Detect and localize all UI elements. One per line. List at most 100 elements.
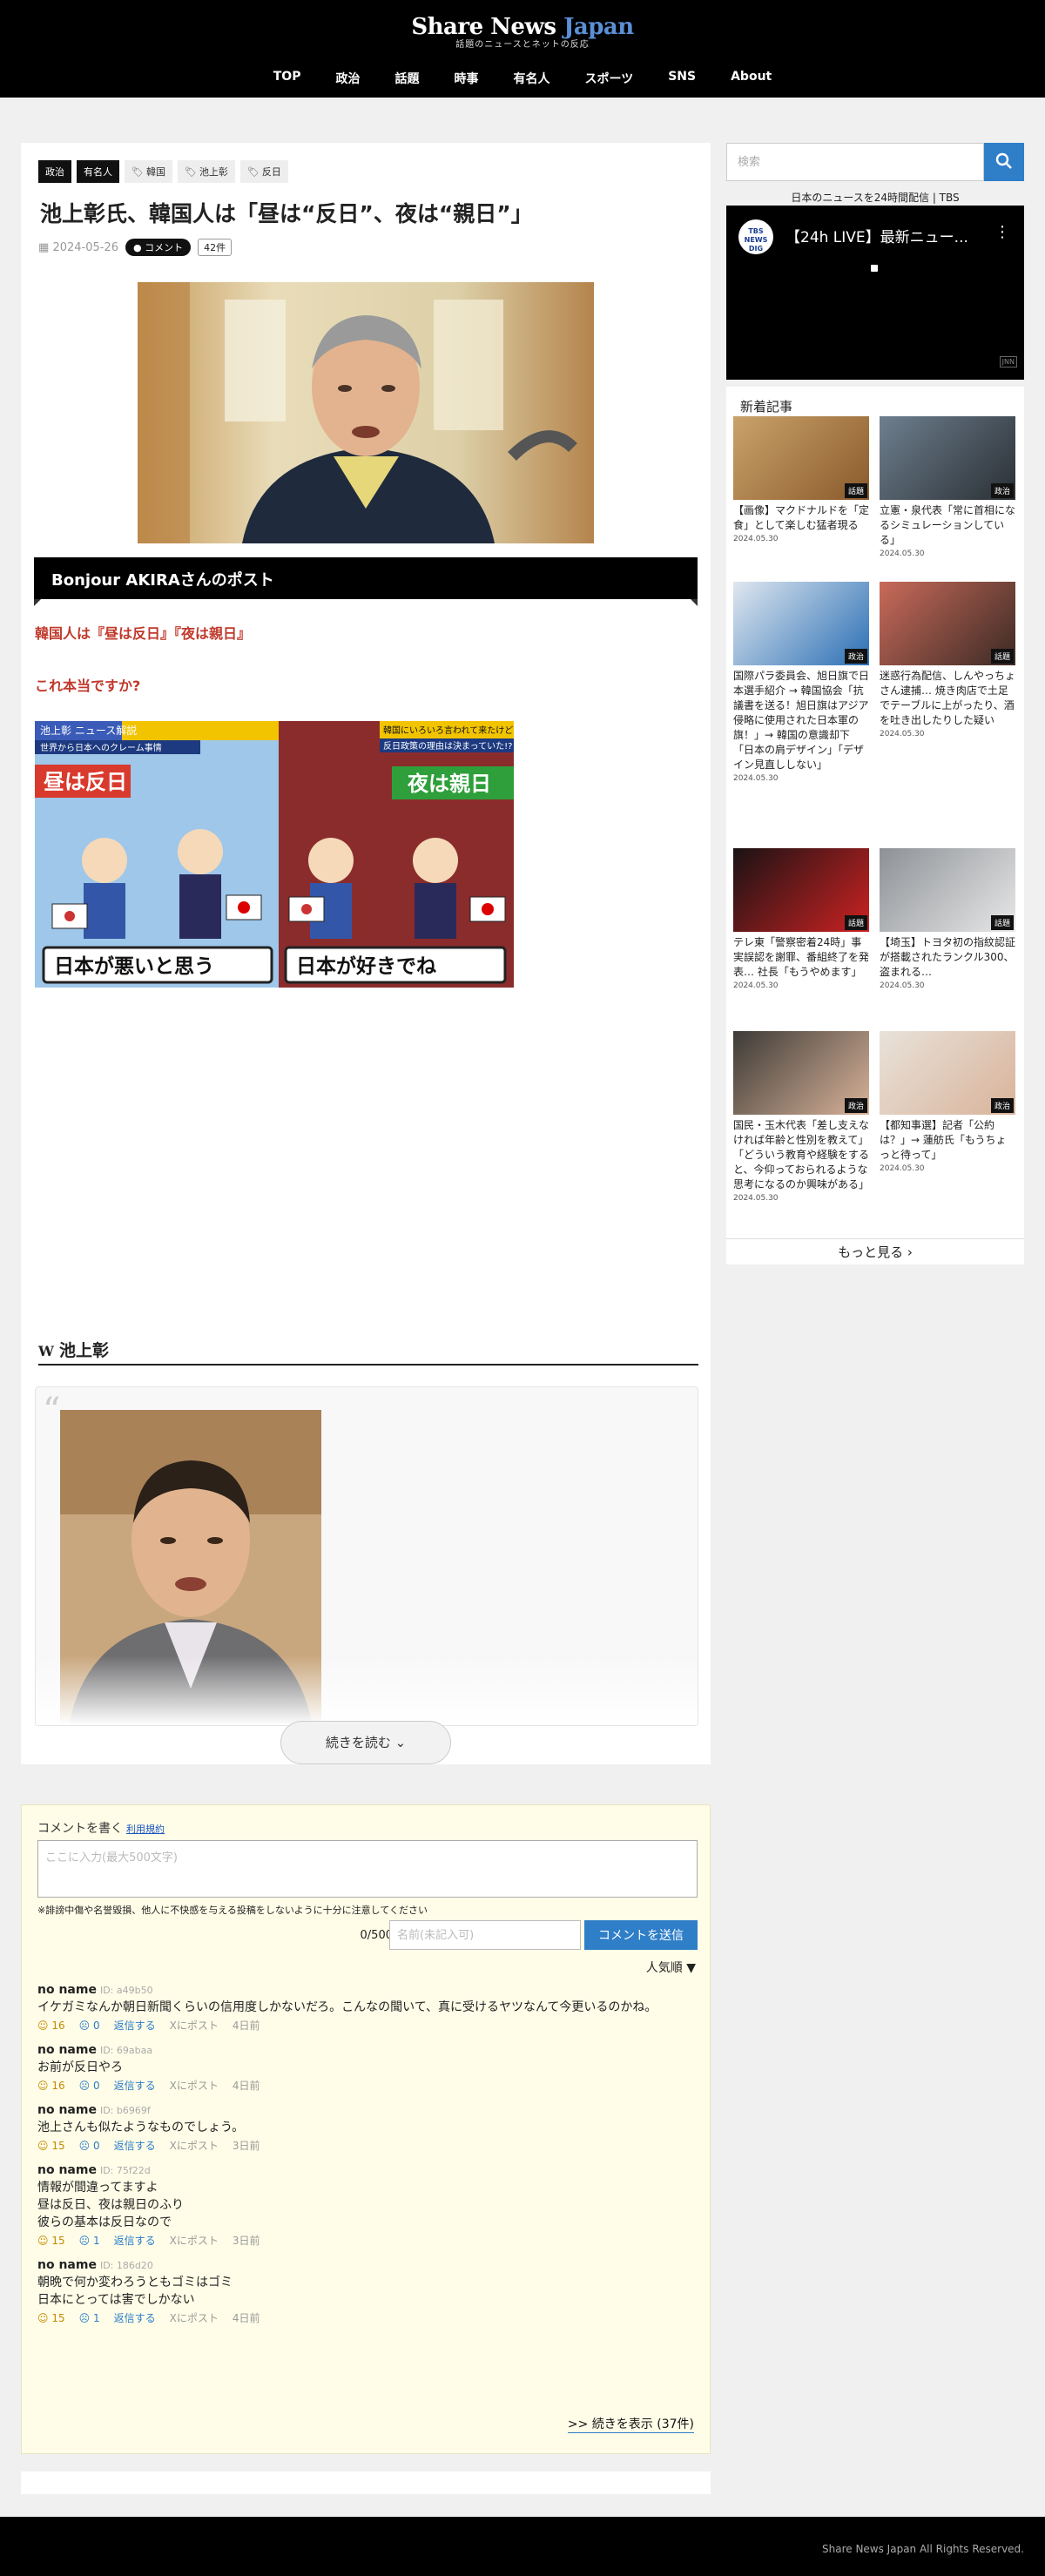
calendar-icon: ▦ [38, 240, 50, 254]
article-title-link[interactable]: 【都知事選】記者「公約は？」→ 蓮舫氏「もうちょっと待って」 [880, 1118, 1015, 1163]
show-more-comments-link[interactable]: >> 続きを表示 (37件) [567, 2415, 694, 2433]
nav-about[interactable]: About [713, 70, 789, 87]
thumbs-down-icon: ☹ [78, 2079, 91, 2092]
main-nav: TOP 政治 話題 時事 有名人 スポーツ SNS About [0, 70, 1045, 87]
illus-top-left: 池上彰 ニュース解説 [40, 724, 137, 737]
post-to-x-button[interactable]: Xにポスト [170, 2018, 219, 2033]
search-button[interactable] [984, 143, 1024, 181]
comment-warning: ※誹謗中傷や名誉毀損、他人に不快感を与える投稿をしないように十分に注意してくださ… [37, 1905, 428, 1916]
article-title-link[interactable]: 国際パラ委員会、旭日旗で日本選手紹介 → 韓国協会「抗議書を送る！旭日旗はアジア… [733, 669, 869, 772]
downvote-count: 0 [92, 2079, 100, 2092]
downvote-button[interactable]: ☹ 0 [79, 2140, 100, 2152]
post-to-x-button[interactable]: Xにポスト [170, 2138, 219, 2153]
submit-comment-button[interactable]: コメントを送信 [584, 1920, 698, 1950]
upvote-button[interactable]: ☺ 15 [37, 2140, 65, 2152]
tv-illustration: 池上彰 ニュース解説 世界から日本へのクレーム事情 昼は反日 日本が悪いと思う … [35, 721, 514, 988]
sort-dropdown[interactable]: 人気順 ▼ [646, 1959, 696, 1976]
article-title-link[interactable]: 立憲・泉代表「常に首相になるシミュレーションしている」 [880, 503, 1015, 548]
comment-item: no name ID: 69abaa お前が反日やろ ☺ 16 ☹ 0 返信する Xにポスト… [37, 2043, 698, 2093]
nav-sports[interactable]: スポーツ [567, 70, 651, 87]
sidebar-article-card[interactable]: 政治 【都知事選】記者「公約は？」→ 蓮舫氏「もうちょっと待って」 2024.05.… [880, 1031, 1015, 1173]
post-to-x-button[interactable]: Xにポスト [170, 2233, 219, 2248]
article-panel: 政治 有名人 🏷︎ 韓国 🏷︎ 池上彰 🏷︎ 反日 池上彰氏、韓国人は「昼は“反日”、… [21, 143, 711, 1764]
channel-logo: TBS NEWS DIG [738, 219, 773, 254]
char-counter: 0/500 [360, 1929, 393, 1942]
youtube-embed[interactable]: TBS NEWS DIG 【24h LIVE】最新ニュー... ⋮ JNN [726, 206, 1024, 380]
article-date: 2024.05.30 [733, 1194, 779, 1203]
comment-author: no name ID: b6969f [37, 2103, 698, 2117]
nav-sns[interactable]: SNS [651, 70, 713, 87]
downvote-button[interactable]: ☹ 1 [79, 2312, 100, 2324]
comment-body: お前が反日やろ [37, 2060, 123, 2074]
comment-badge-label: コメント [145, 242, 184, 253]
downvote-button[interactable]: ☹ 1 [79, 2235, 100, 2247]
tag-korea[interactable]: 🏷︎ 韓国 [125, 160, 172, 183]
sidebar-article-card[interactable]: 話題 【埼玉】トヨタ初の指紋認証が搭載されたランクル300、盗まれる… 2024.0… [880, 848, 1015, 990]
reply-button[interactable]: 返信する [114, 2018, 156, 2033]
site-header: Share News Japan 話題のニュースとネットの反応 TOP 政治 話… [0, 0, 1045, 98]
illus-right-banner: 夜は親日 [407, 772, 491, 796]
author-name: no name [37, 2103, 97, 2117]
article-thumbnail: 政治 [880, 416, 1015, 500]
tag-anti-japan[interactable]: 🏷︎ 反日 [239, 160, 288, 183]
tag-icon: 🏷︎ [246, 166, 260, 178]
article-date: ▦ 2024-05-26 [38, 241, 118, 254]
sidebar-article-card[interactable]: 話題 迷惑行為配信、しんやっちょさん逮捕… 焼き肉店で土足でテーブルに上がったり、… [880, 582, 1015, 738]
reply-button[interactable]: 返信する [114, 2078, 156, 2093]
terms-link[interactable]: 利用規約 [126, 1824, 165, 1835]
illus-sub-left: 世界から日本へのクレーム事情 [40, 742, 162, 753]
sidebar-article-card[interactable]: 話題テレ東「警察密着24時」事実誤認を謝罪、番組終了を発表… 社長「もうやめます… [733, 848, 869, 990]
sidebar-article-card[interactable]: 話題 【画像】マクドナルドを「定食」として楽しむ猛者現る 2024.05.30 [733, 416, 869, 543]
downvote-count: 0 [92, 2139, 100, 2152]
sidebar-article-card[interactable]: 政治 国際パラ委員会、旭日旗で日本選手紹介 → 韓国協会「抗議書を送る！旭日旗はア… [733, 582, 869, 783]
article-category-tag: 話題 [844, 915, 867, 930]
thumbs-up-icon: ☺ [37, 2234, 49, 2247]
search-input[interactable] [726, 143, 984, 181]
category-politics[interactable]: 政治 [38, 160, 71, 183]
sidebar-article-card[interactable]: 政治 立憲・泉代表「常に首相になるシミュレーションしている」 2024.05.30 [880, 416, 1015, 558]
downvote-count: 1 [92, 2234, 100, 2247]
nav-topics[interactable]: 話題 [377, 70, 436, 87]
post-banner: Bonjour AKIRAさんのポスト [34, 557, 698, 606]
excerpt-fade [36, 1656, 698, 1725]
read-more-button[interactable]: 続きを読む ⌄ [280, 1721, 451, 1764]
comment-textarea[interactable] [37, 1840, 698, 1898]
live-label: 日本のニュースを24時間配信 | TBS [791, 192, 960, 204]
author-name: no name [37, 2258, 97, 2272]
upvote-button[interactable]: ☺ 15 [37, 2312, 65, 2324]
reply-button[interactable]: 返信する [114, 2233, 156, 2248]
article-title-link[interactable]: 迷惑行為配信、しんやっちょさん逮捕… 焼き肉店で土足でテーブルに上がったり、酒を… [880, 669, 1015, 728]
post-to-x-button[interactable]: Xにポスト [170, 2310, 219, 2325]
reply-button[interactable]: 返信する [114, 2138, 156, 2153]
nav-top[interactable]: TOP [256, 70, 319, 87]
article-title-link[interactable]: 国民・玉木代表「差し支えなければ年齢と性別を教えて」「どういう教育や経験をすると… [733, 1118, 869, 1192]
downvote-button[interactable]: ☹ 0 [79, 2020, 100, 2032]
author-name: no name [37, 2163, 97, 2177]
reply-button[interactable]: 返信する [114, 2310, 156, 2325]
upvote-button[interactable]: ☺ 15 [37, 2235, 65, 2247]
category-celebrity[interactable]: 有名人 [77, 160, 119, 183]
nav-current[interactable]: 時事 [436, 70, 496, 87]
post-to-x-button[interactable]: Xにポスト [170, 2078, 219, 2093]
comment-actions: ☺ 16 ☹ 0 返信する Xにポスト 4日前 [37, 2018, 698, 2033]
thumbs-down-icon: ☹ [78, 2139, 91, 2152]
name-input[interactable] [389, 1920, 581, 1950]
article-title-link[interactable]: テレ東「警察密着24時」事実誤認を謝罪、番組終了を発表… 社長「もうやめます」 [733, 935, 869, 980]
article-date: 2024.05.30 [733, 774, 779, 783]
site-logo[interactable]: Share News Japan 話題のニュースとネットの反応 [0, 14, 1045, 50]
more-articles-link[interactable]: もっと見る › [726, 1238, 1024, 1264]
nav-politics[interactable]: 政治 [318, 70, 377, 87]
comment-badge[interactable]: ● コメント [125, 239, 192, 256]
upvote-button[interactable]: ☺ 16 [37, 2080, 65, 2092]
upvote-button[interactable]: ☺ 16 [37, 2020, 65, 2032]
article-title-link[interactable]: 【画像】マクドナルドを「定食」として楽しむ猛者現る [733, 503, 869, 533]
article-title-link[interactable]: 【埼玉】トヨタ初の指紋認証が搭載されたランクル300、盗まれる… [880, 935, 1015, 980]
upvote-count: 15 [51, 2139, 65, 2152]
nav-celebrity[interactable]: 有名人 [496, 70, 567, 87]
downvote-button[interactable]: ☹ 0 [79, 2080, 100, 2092]
tag-ikegami[interactable]: 🏷︎ 池上彰 [177, 160, 235, 183]
comment-body: 朝晩で何か変わろうともゴミはゴミ 日本にとっては害でしかない [37, 2276, 233, 2307]
sidebar-article-card[interactable]: 政治 国民・玉木代表「差し支えなければ年齢と性別を教えて」「どういう教育や経験をす… [733, 1031, 869, 1203]
more-vert-icon[interactable]: ⋮ [994, 223, 1010, 241]
wiki-heading: W 池上彰 [38, 1338, 698, 1366]
